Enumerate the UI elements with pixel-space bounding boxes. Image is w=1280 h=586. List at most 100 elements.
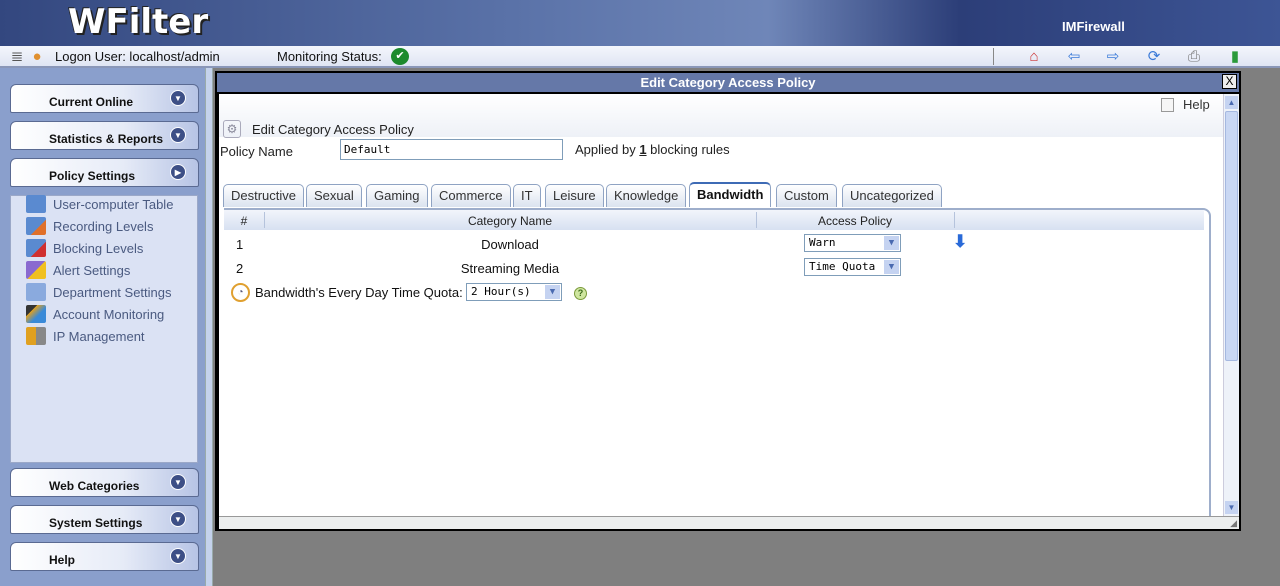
product-name: IMFirewall <box>1062 19 1125 34</box>
toolbar: ≣ ● Logon User: localhost/admin Monitori… <box>0 46 1280 68</box>
table-header: # Category Name Access Policy <box>224 210 1204 230</box>
nav-system-settings[interactable]: System Settings▼ <box>10 505 199 534</box>
alert-icon <box>26 261 46 279</box>
tab-destructive[interactable]: Destructive <box>223 184 304 207</box>
sidebar-item-department-settings[interactable]: Department Settings <box>26 282 172 302</box>
scroll-up-icon[interactable]: ▲ <box>1225 96 1238 109</box>
tab-bandwidth[interactable]: Bandwidth <box>689 182 771 207</box>
item-label: Alert Settings <box>53 263 130 278</box>
blocking-icon <box>26 239 46 257</box>
nav-web-categories[interactable]: Web Categories ▼ <box>10 468 199 497</box>
menu-icon[interactable]: ≣ <box>8 48 26 65</box>
help-link[interactable]: Help <box>1183 97 1210 112</box>
nav-label: Help <box>49 553 75 567</box>
help-icon[interactable] <box>1161 98 1174 112</box>
chevron-down-icon: ▼ <box>170 90 186 106</box>
col-access-policy: Access Policy <box>757 214 953 228</box>
user-icon: ● <box>28 48 46 65</box>
item-label: Account Monitoring <box>53 307 164 322</box>
scroll-down-icon[interactable]: ▼ <box>1225 501 1238 514</box>
dialog-title: Edit Category Access Policy <box>217 73 1239 92</box>
tools-icon <box>26 327 46 345</box>
computer-icon <box>26 195 46 213</box>
nav-label: Statistics & Reports <box>49 132 163 146</box>
logo: WFilter <box>68 2 208 42</box>
tab-knowledge[interactable]: Knowledge <box>606 184 686 207</box>
nav-current-online[interactable]: Current Online ▼ <box>10 84 199 113</box>
select-value: 2 Hour(s) <box>471 285 531 298</box>
home-icon[interactable]: ⌂ <box>1025 48 1043 65</box>
check-icon: ✔ <box>391 48 409 65</box>
tab-sexual[interactable]: Sexual <box>306 184 362 207</box>
nav-statistics-reports[interactable]: Statistics & Reports ▼ <box>10 121 199 150</box>
category-name: Download <box>265 237 755 252</box>
scroll-thumb[interactable] <box>1225 111 1238 361</box>
header-banner: WFilter IMFirewall <box>0 0 1280 46</box>
tab-uncategorized[interactable]: Uncategorized <box>842 184 942 207</box>
chevron-down-icon: ▼ <box>170 548 186 564</box>
item-label: Blocking Levels <box>53 241 143 256</box>
tab-leisure[interactable]: Leisure <box>545 184 604 207</box>
access-policy-select[interactable]: Warn ▼ <box>804 234 901 252</box>
nav-policy-settings[interactable]: Policy Settings ▶ <box>10 158 199 187</box>
chevron-down-icon: ▼ <box>545 285 560 299</box>
row-num: 2 <box>236 261 243 276</box>
sidebar-item-account-monitoring[interactable]: Account Monitoring <box>26 304 164 324</box>
blocking-rules-count-link[interactable]: 1 <box>639 142 646 157</box>
row-num: 1 <box>236 237 243 252</box>
select-value: Time Quota <box>809 260 875 273</box>
sidebar-splitter[interactable] <box>205 68 213 586</box>
sidebar-item-recording-levels[interactable]: Recording Levels <box>26 216 153 236</box>
dialog-footer: ◢ <box>219 516 1239 529</box>
question-icon[interactable]: ? <box>574 287 587 300</box>
chevron-down-icon: ▼ <box>884 260 899 274</box>
tab-custom[interactable]: Custom <box>776 184 837 207</box>
chevron-down-icon: ▼ <box>170 127 186 143</box>
tab-it[interactable]: IT <box>513 184 541 207</box>
chevron-down-icon: ▼ <box>884 236 899 250</box>
category-table: # Category Name Access Policy 1 Download… <box>224 208 1211 518</box>
sidebar: Current Online ▼ Statistics & Reports ▼ Po… <box>0 68 205 586</box>
sidebar-item-blocking-levels[interactable]: Blocking Levels <box>26 238 143 258</box>
department-icon <box>26 283 46 301</box>
print-icon[interactable]: ⎙ <box>1185 48 1203 65</box>
col-category-name: Category Name <box>265 214 755 228</box>
nav-label: Web Categories <box>49 479 139 493</box>
chevron-down-icon: ▼ <box>170 474 186 490</box>
back-icon[interactable]: ⇦ <box>1065 48 1083 65</box>
vertical-scrollbar[interactable]: ▲ ▼ <box>1223 94 1239 516</box>
tab-commerce[interactable]: Commerce <box>431 184 511 207</box>
nav-label: Policy Settings <box>49 169 135 183</box>
time-quota-select[interactable]: 2 Hour(s) ▼ <box>466 283 562 301</box>
gear-icon: ⚙ <box>223 120 241 138</box>
sidebar-item-ip-management[interactable]: IP Management <box>26 326 145 346</box>
access-policy-select[interactable]: Time Quota ▼ <box>804 258 901 276</box>
sidebar-item-user-computer-table[interactable]: User-computer Table <box>26 194 173 214</box>
sidebar-item-alert-settings[interactable]: Alert Settings <box>26 260 130 280</box>
close-button[interactable]: X <box>1222 74 1237 89</box>
nav-label: Current Online <box>49 95 133 109</box>
nav-help[interactable]: Help ▼ <box>10 542 199 571</box>
item-label: Recording Levels <box>53 219 153 234</box>
resize-grip-icon[interactable]: ◢ <box>1230 518 1237 529</box>
policy-submenu: User-computer Table Recording Levels Blo… <box>10 195 198 463</box>
applied-by-text: Applied by 1 blocking rules <box>575 142 730 157</box>
chevron-right-icon: ▶ <box>170 164 186 180</box>
select-value: Warn <box>809 236 836 249</box>
applied-post: blocking rules <box>647 142 730 157</box>
nav-label: System Settings <box>49 516 142 530</box>
arrow-down-icon[interactable]: ⬇ <box>953 232 967 252</box>
logout-icon[interactable]: ▮ <box>1226 48 1244 65</box>
logon-user: Logon User: localhost/admin <box>55 49 220 64</box>
refresh-icon[interactable]: ⟳ <box>1145 48 1163 65</box>
recording-icon <box>26 217 46 235</box>
forward-icon[interactable]: ⇨ <box>1104 48 1122 65</box>
policy-name-input[interactable] <box>340 139 563 160</box>
account-icon <box>26 305 46 323</box>
category-name: Streaming Media <box>265 261 755 276</box>
monitoring-status-label: Monitoring Status: <box>277 49 382 64</box>
tab-gaming[interactable]: Gaming <box>366 184 428 207</box>
quota-label: Bandwidth's Every Day Time Quota: <box>255 285 463 300</box>
col-divider <box>954 212 955 228</box>
applied-pre: Applied by <box>575 142 639 157</box>
